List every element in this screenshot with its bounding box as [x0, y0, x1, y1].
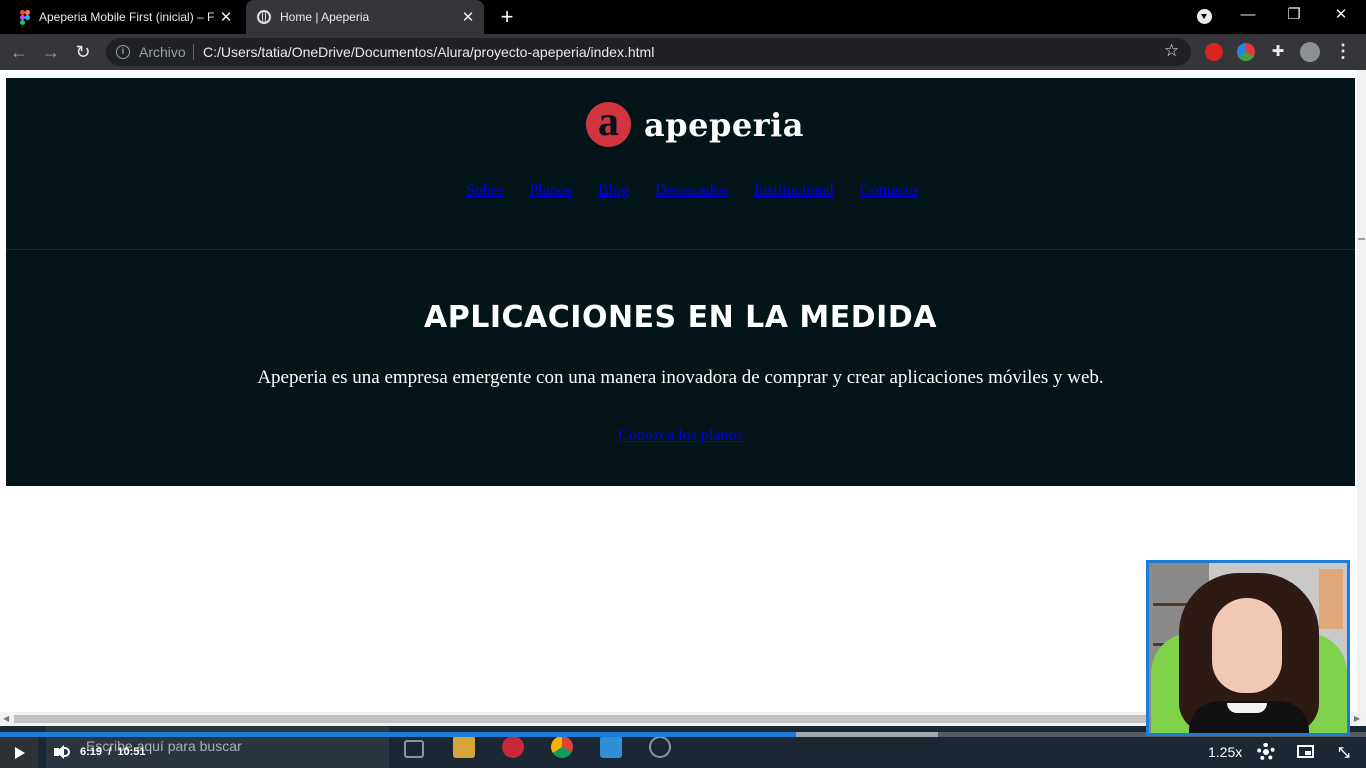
- playback-speed-button[interactable]: 1.25x: [1208, 744, 1242, 760]
- webcam-overlay: [1146, 560, 1350, 736]
- tab-close-icon[interactable]: ✕: [216, 8, 236, 26]
- tab-close-icon[interactable]: ✕: [458, 8, 478, 26]
- nav-link-blog[interactable]: Blog: [598, 182, 629, 200]
- close-window-button[interactable]: ✕: [1318, 0, 1364, 30]
- minimize-button[interactable]: —: [1225, 0, 1271, 30]
- scroll-left-icon[interactable]: ◀: [3, 714, 9, 723]
- volume-icon[interactable]: [52, 743, 70, 761]
- time-separator: /: [108, 746, 112, 758]
- bookmark-star-icon[interactable]: ☆: [1164, 41, 1179, 61]
- nav-link-institucional[interactable]: Institucional: [754, 182, 834, 200]
- duration: 10:51: [117, 746, 146, 758]
- restore-button[interactable]: ❐: [1271, 0, 1317, 30]
- presenter-collar: [1227, 703, 1267, 713]
- info-icon[interactable]: i: [116, 45, 130, 59]
- hero-title: APLICACIONES EN LA MEDIDA: [424, 300, 937, 335]
- settings-gear-icon[interactable]: [1257, 743, 1275, 761]
- tab-search-icon[interactable]: [1197, 9, 1212, 24]
- browser-toolbar: ← → ↻ i Archivo C:/Users/tatia/OneDrive/…: [0, 34, 1366, 70]
- video-controls: 6:19 / 10:51 1.25x ⤡: [0, 737, 1366, 768]
- figma-icon: [20, 9, 30, 25]
- exit-fullscreen-icon[interactable]: ⤡: [1337, 745, 1351, 759]
- url-text[interactable]: C:/Users/tatia/OneDrive/Documentos/Alura…: [203, 44, 654, 60]
- hero-description: Apeperia es una empresa emergente con un…: [257, 367, 1104, 388]
- extension-color-icon[interactable]: [1237, 43, 1255, 61]
- security-label: Archivo: [139, 44, 186, 60]
- apeperia-logo[interactable]: a apeperia: [586, 101, 804, 147]
- nav-link-sobre[interactable]: Sobre: [466, 182, 503, 200]
- presenter-face: [1212, 598, 1282, 693]
- current-time: 6:19: [80, 746, 103, 758]
- tab-home-apeperia[interactable]: Home | Apeperia ✕: [246, 0, 484, 34]
- picture-in-picture-icon[interactable]: [1297, 745, 1314, 758]
- logo-text: apeperia: [644, 105, 804, 144]
- vertical-scrollbar[interactable]: [1357, 70, 1366, 718]
- scroll-right-icon[interactable]: ▶: [1354, 714, 1360, 723]
- extensions-puzzle-icon[interactable]: ✚: [1269, 43, 1287, 61]
- tab-apeperia-figma[interactable]: Apeperia Mobile First (inicial) – F ✕: [10, 0, 242, 34]
- tab-title: Apeperia Mobile First (inicial) – F: [39, 10, 215, 24]
- time-display: 6:19 / 10:51: [80, 746, 145, 758]
- profile-avatar[interactable]: [1300, 42, 1320, 62]
- logo-mark: a: [586, 101, 631, 147]
- browser-tab-strip: Apeperia Mobile First (inicial) – F ✕ Ho…: [0, 0, 1366, 34]
- play-button[interactable]: [0, 737, 38, 768]
- forward-button[interactable]: →: [38, 39, 64, 65]
- back-button[interactable]: ←: [6, 39, 32, 65]
- browser-menu-icon[interactable]: ⋮: [1334, 38, 1352, 64]
- plans-link[interactable]: Conozca los planos: [618, 427, 742, 444]
- nav-link-destacados[interactable]: Destacados: [655, 182, 728, 200]
- separator: [193, 44, 194, 60]
- extension-red-icon[interactable]: [1205, 43, 1223, 61]
- hero-section: APLICACIONES EN LA MEDIDA Apeperia es un…: [6, 250, 1355, 486]
- globe-icon: [257, 10, 271, 24]
- wall-poster: [1319, 569, 1343, 629]
- site-header: a apeperia Sobre Planos Blog Destacados …: [6, 78, 1355, 250]
- nav-link-planos[interactable]: Planos: [529, 182, 572, 200]
- tab-title: Home | Apeperia: [280, 10, 370, 24]
- nav-link-contacto[interactable]: Contacto: [860, 182, 918, 200]
- address-bar[interactable]: i Archivo C:/Users/tatia/OneDrive/Docume…: [106, 38, 1191, 66]
- reload-button[interactable]: ↻: [70, 39, 96, 65]
- new-tab-button[interactable]: +: [496, 4, 518, 30]
- site-nav: Sobre Planos Blog Destacados Institucion…: [466, 182, 918, 200]
